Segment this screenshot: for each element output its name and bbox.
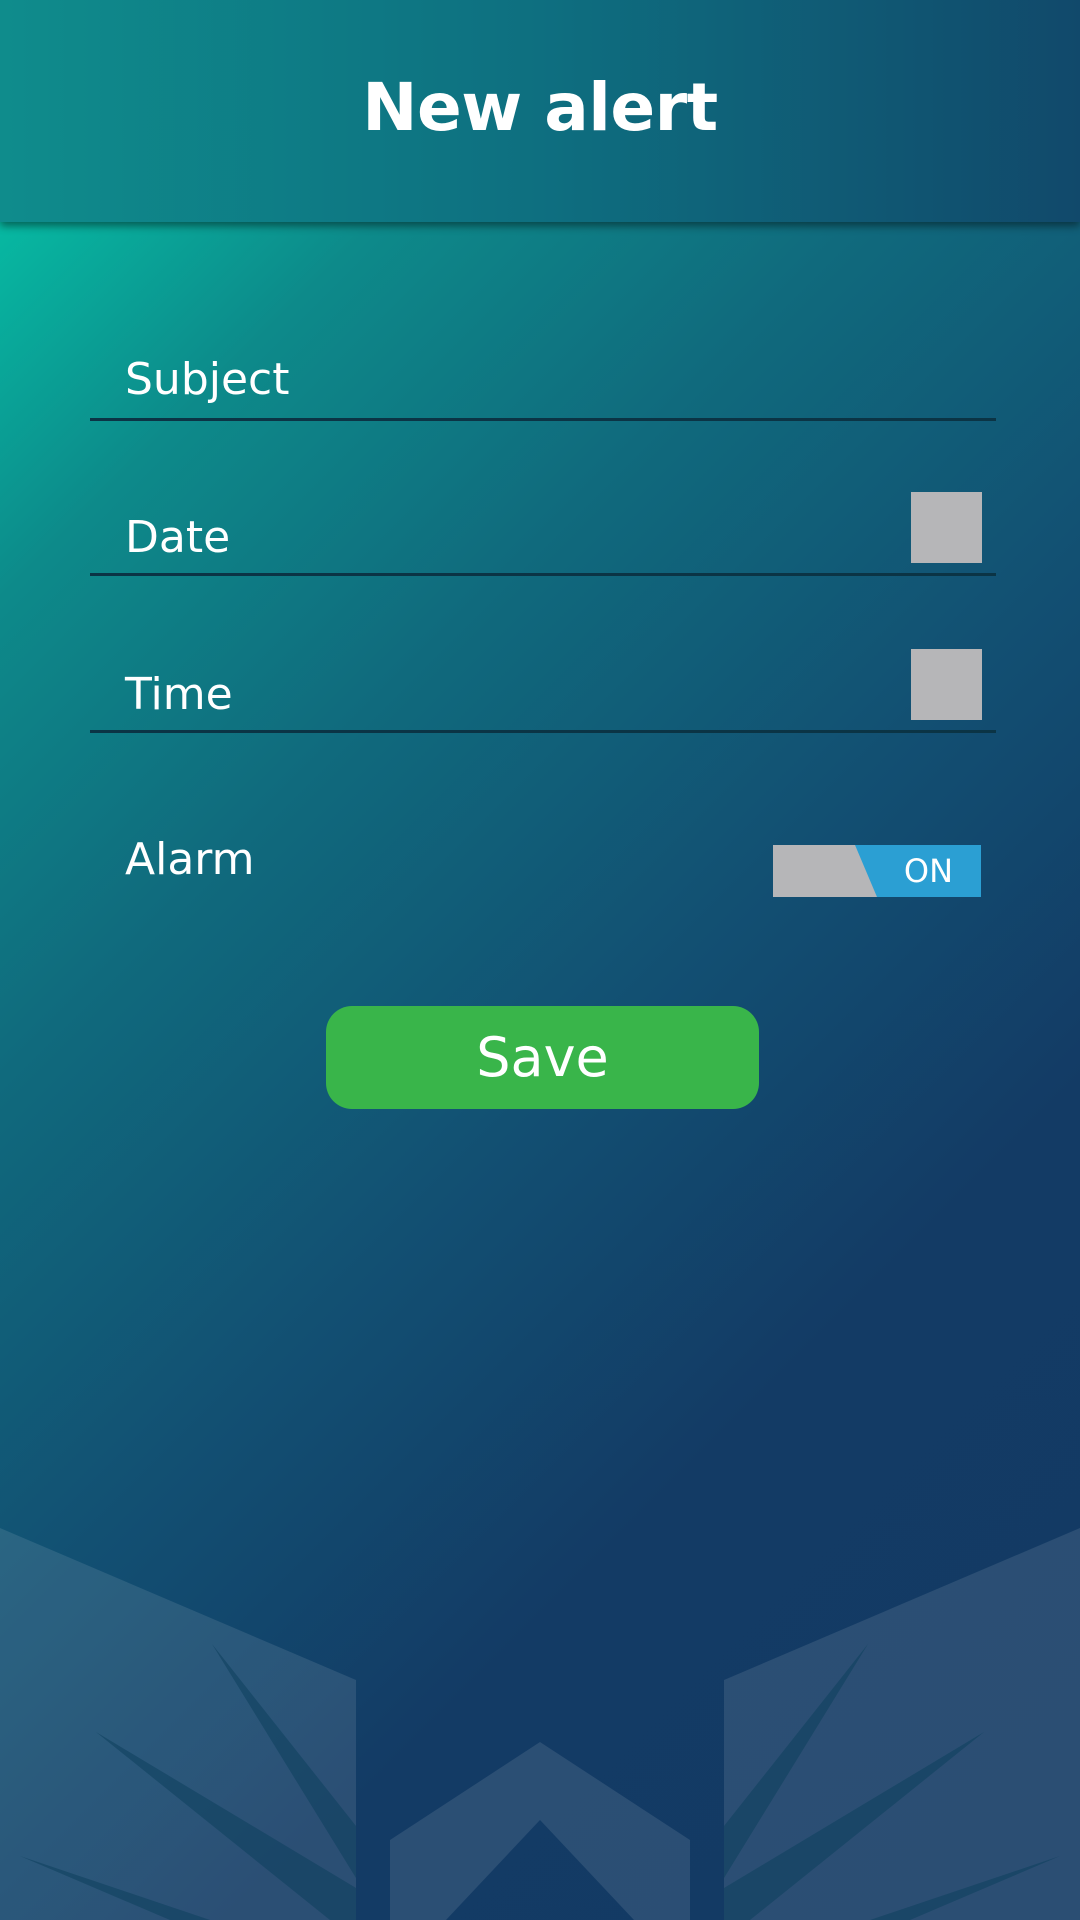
subject-field[interactable]: Subject <box>90 340 996 421</box>
date-field[interactable]: Date <box>90 480 996 576</box>
time-label: Time <box>125 669 233 720</box>
background-decoration <box>0 1528 1080 1920</box>
save-button[interactable]: Save <box>326 1006 759 1109</box>
time-field[interactable]: Time <box>90 637 996 733</box>
alarm-toggle[interactable]: ON <box>773 845 981 897</box>
subject-label: Subject <box>125 354 290 405</box>
date-picker-button[interactable] <box>911 492 982 563</box>
time-picker-button[interactable] <box>911 649 982 720</box>
alarm-label: Alarm <box>125 834 255 885</box>
date-label: Date <box>125 512 231 563</box>
alarm-toggle-label: ON <box>903 852 953 890</box>
app-header: New alert <box>0 0 1080 222</box>
page-title: New alert <box>362 69 718 146</box>
new-alert-screen: New alert Subject Date Time Alarm ON Sav… <box>0 0 1080 1920</box>
